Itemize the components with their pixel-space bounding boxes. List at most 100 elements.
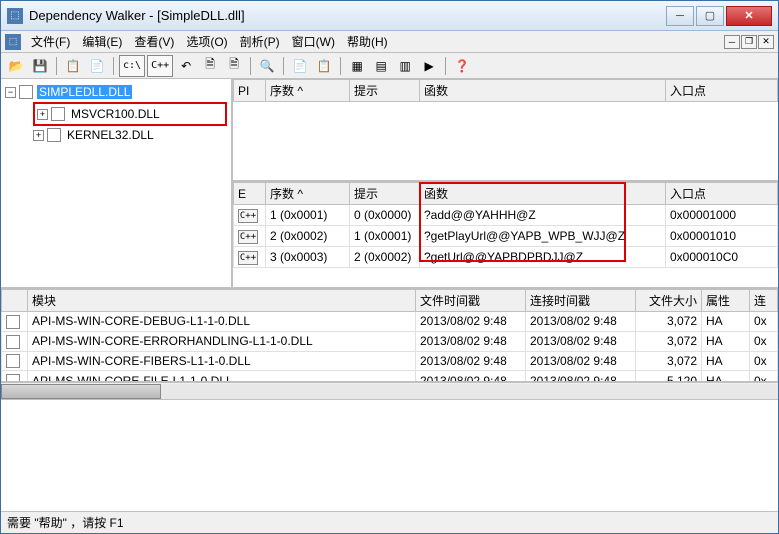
export-ordinal: 1 (0x0001) xyxy=(266,205,350,226)
col-filesize[interactable]: 文件大小 xyxy=(636,290,702,312)
module-row[interactable]: API-MS-WIN-CORE-ERRORHANDLING-L1-1-0.DLL… xyxy=(2,331,778,351)
properties-button[interactable]: 🗎 xyxy=(199,55,221,77)
col-e[interactable]: E xyxy=(234,183,266,205)
menu-options[interactable]: 选项(O) xyxy=(180,31,233,52)
separator xyxy=(113,57,114,75)
mdi-restore-button[interactable]: ❐ xyxy=(741,35,757,49)
tree-child-wrap: + KERNEL32.DLL xyxy=(33,126,227,144)
export-hint: 0 (0x0000) xyxy=(350,205,420,226)
mdi-minimize-button[interactable]: ─ xyxy=(724,35,740,49)
module-lt: 2013/08/02 9:48 xyxy=(526,312,636,332)
tree-child-label[interactable]: KERNEL32.DLL xyxy=(65,128,156,142)
scroll-track[interactable] xyxy=(1,384,778,399)
tilev-button[interactable]: ▥ xyxy=(394,55,416,77)
export-row[interactable]: C++ 1 (0x0001) 0 (0x0000) ?add@@YAHHH@Z … xyxy=(234,205,778,226)
col-entry[interactable]: 入口点 xyxy=(666,80,778,102)
tree-root[interactable]: − SIMPLEDLL.DLL xyxy=(5,83,227,101)
module-hscrollbar[interactable] xyxy=(1,382,778,399)
lookup-button[interactable]: 🔍 xyxy=(256,55,278,77)
col-linker[interactable]: 连 xyxy=(750,290,778,312)
tree-root-label[interactable]: SIMPLEDLL.DLL xyxy=(37,85,132,99)
config1-button[interactable]: 📄 xyxy=(289,55,311,77)
col-icon[interactable] xyxy=(2,290,28,312)
menu-file[interactable]: 文件(F) xyxy=(25,31,76,52)
titlebar[interactable]: ⬚ Dependency Walker - [SimpleDLL.dll] ─ … xyxy=(1,1,778,31)
export-row[interactable]: C++ 2 (0x0002) 1 (0x0001) ?getPlayUrl@@Y… xyxy=(234,226,778,247)
col-attr[interactable]: 属性 xyxy=(702,290,750,312)
col-func[interactable]: 函数 xyxy=(420,183,666,205)
module-linker: 0x xyxy=(750,312,778,332)
col-ordinal[interactable]: 序数 ^ xyxy=(266,80,350,102)
exports-pane[interactable]: E 序数 ^ 提示 函数 入口点 C++ 1 (0x0001) 0 (0x000… xyxy=(233,182,778,287)
col-hint[interactable]: 提示 xyxy=(350,80,420,102)
cpp-icon: C++ xyxy=(238,209,258,223)
tree-child-label[interactable]: MSVCR100.DLL xyxy=(69,107,162,121)
statusbar: 需要 "帮助" ，请按 F1 xyxy=(1,511,778,533)
imports-pane[interactable]: PI 序数 ^ 提示 函数 入口点 xyxy=(233,79,778,182)
about-button[interactable]: ❓ xyxy=(451,55,473,77)
cascade-button[interactable]: ▦ xyxy=(346,55,368,77)
menu-profile[interactable]: 剖析(P) xyxy=(234,31,286,52)
col-module[interactable]: 模块 xyxy=(28,290,416,312)
tileh-button[interactable]: ▤ xyxy=(370,55,392,77)
expand-icon[interactable]: + xyxy=(33,130,44,141)
separator xyxy=(56,57,57,75)
module-icon xyxy=(19,85,33,99)
module-table: 模块 文件时间戳 连接时间戳 文件大小 属性 连 API-MS-WIN-CORE… xyxy=(1,289,778,382)
syscmd-button[interactable]: 🗎 xyxy=(223,55,245,77)
dependency-tree[interactable]: − SIMPLEDLL.DLL + MSVCR100.DLL + KER xyxy=(1,79,233,287)
col-linktime[interactable]: 连接时间戳 xyxy=(526,290,636,312)
menu-help[interactable]: 帮助(H) xyxy=(341,31,394,52)
open-button[interactable]: 📂 xyxy=(5,55,27,77)
window-title: Dependency Walker - [SimpleDLL.dll] xyxy=(29,8,666,23)
close-button[interactable]: ✕ xyxy=(726,6,772,26)
separator xyxy=(445,57,446,75)
col-filetime[interactable]: 文件时间戳 xyxy=(416,290,526,312)
expand-icon[interactable]: + xyxy=(37,109,48,120)
tree-child[interactable]: + MSVCR100.DLL xyxy=(37,105,223,123)
fullpaths-button[interactable]: c:\ xyxy=(119,55,145,77)
module-icon-cell xyxy=(2,351,28,371)
module-row[interactable]: API-MS-WIN-CORE-DEBUG-L1-1-0.DLL 2013/08… xyxy=(2,312,778,332)
minimize-button[interactable]: ─ xyxy=(666,6,694,26)
col-hint[interactable]: 提示 xyxy=(350,183,420,205)
export-entry: 0x00001010 xyxy=(666,226,778,247)
undecorate-button[interactable]: C++ xyxy=(147,55,173,77)
export-ordinal: 3 (0x0003) xyxy=(266,247,350,268)
profile-button[interactable]: ▶ xyxy=(418,55,440,77)
scroll-thumb[interactable] xyxy=(1,384,161,399)
separator xyxy=(340,57,341,75)
save-button[interactable]: 💾 xyxy=(29,55,51,77)
menu-edit[interactable]: 编辑(E) xyxy=(76,31,128,52)
export-row[interactable]: C++ 3 (0x0003) 2 (0x0002) ?getUrl@@YAPBD… xyxy=(234,247,778,268)
module-lt: 2013/08/02 9:48 xyxy=(526,351,636,371)
menu-view[interactable]: 查看(V) xyxy=(128,31,180,52)
upper-panes: − SIMPLEDLL.DLL + MSVCR100.DLL + KER xyxy=(1,79,778,289)
col-entry[interactable]: 入口点 xyxy=(666,183,778,205)
config2-button[interactable]: 📋 xyxy=(313,55,335,77)
module-row[interactable]: API-MS-WIN-CORE-FIBERS-L1-1-0.DLL 2013/0… xyxy=(2,351,778,371)
module-icon-cell xyxy=(2,331,28,351)
module-list-pane[interactable]: 模块 文件时间戳 连接时间戳 文件大小 属性 连 API-MS-WIN-CORE… xyxy=(1,289,778,382)
collapse-icon[interactable]: − xyxy=(5,87,16,98)
function-panes: PI 序数 ^ 提示 函数 入口点 E 序数 ^ xyxy=(233,79,778,287)
module-row[interactable]: API-MS-WIN-CORE-FILE-L1-1-0.DLL 2013/08/… xyxy=(2,371,778,382)
module-name: API-MS-WIN-CORE-ERRORHANDLING-L1-1-0.DLL xyxy=(28,331,416,351)
menu-app-icon[interactable]: ⬚ xyxy=(5,34,21,50)
tree-child[interactable]: + KERNEL32.DLL xyxy=(33,126,227,144)
module-name: API-MS-WIN-CORE-FILE-L1-1-0.DLL xyxy=(28,371,416,382)
log-pane[interactable] xyxy=(1,399,778,511)
module-attr: HA xyxy=(702,351,750,371)
mdi-close-button[interactable]: ✕ xyxy=(758,35,774,49)
maximize-button[interactable]: ▢ xyxy=(696,6,724,26)
col-func[interactable]: 函数 xyxy=(420,80,666,102)
menu-window[interactable]: 窗口(W) xyxy=(286,31,341,52)
module-attr: HA xyxy=(702,371,750,382)
toggle1-button[interactable]: ↶ xyxy=(175,55,197,77)
col-pi[interactable]: PI xyxy=(234,80,266,102)
lower-panes: 模块 文件时间戳 连接时间戳 文件大小 属性 连 API-MS-WIN-CORE… xyxy=(1,289,778,511)
copy-button[interactable]: 📋 xyxy=(62,55,84,77)
autoexpand-button[interactable]: 📄 xyxy=(86,55,108,77)
col-ordinal[interactable]: 序数 ^ xyxy=(266,183,350,205)
separator xyxy=(250,57,251,75)
